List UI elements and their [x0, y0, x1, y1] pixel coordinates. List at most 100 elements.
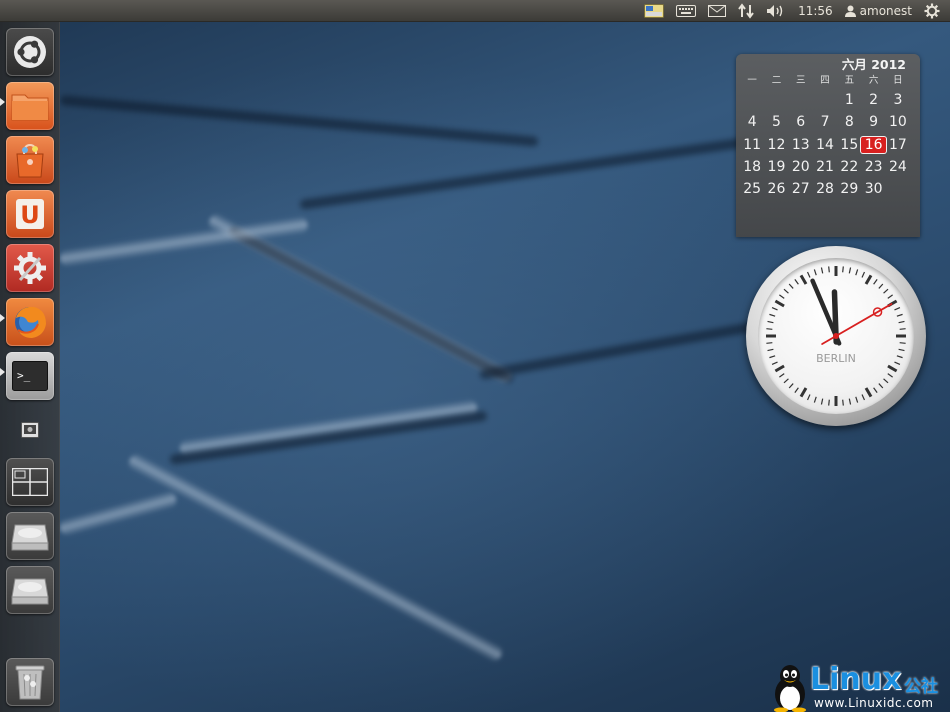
calendar-day-today[interactable]: 16: [861, 136, 886, 153]
calendar-day[interactable]: 19: [764, 159, 788, 175]
calendar-day[interactable]: 25: [740, 181, 764, 197]
clock-city-label: BERLIN: [816, 352, 856, 365]
ubuntu-logo-icon: [14, 36, 46, 68]
calendar-day[interactable]: 20: [789, 159, 813, 175]
calendar-day[interactable]: 24: [886, 159, 910, 175]
clock-minute-tick: [873, 279, 878, 285]
launcher-firefox[interactable]: [6, 298, 54, 346]
hard-drive-icon: [11, 578, 49, 605]
calendar-day[interactable]: 13: [789, 137, 813, 153]
workspace-icon: [12, 468, 48, 496]
calendar-day[interactable]: 3: [886, 92, 910, 108]
launcher-terminal[interactable]: >_: [6, 352, 54, 400]
hard-drive-icon: [11, 524, 49, 551]
network-icon[interactable]: [732, 0, 760, 22]
panel-clock[interactable]: 11:56: [792, 0, 839, 22]
clock-minute-tick: [842, 399, 844, 406]
mail-icon[interactable]: [702, 0, 732, 22]
calendar-weekday: 一: [747, 75, 757, 86]
volume-icon[interactable]: [760, 0, 792, 22]
launcher-home-folder[interactable]: [6, 82, 54, 130]
clock-minute-tick: [873, 387, 878, 393]
gear-icon[interactable]: [918, 0, 946, 22]
calendar-day[interactable]: 7: [813, 114, 837, 130]
launcher-workspace-switcher[interactable]: [6, 458, 54, 506]
calendar-day[interactable]: 21: [813, 159, 837, 175]
calendar-day[interactable]: 29: [837, 181, 861, 197]
top-panel: 11:56 amonest: [0, 0, 950, 22]
clock-minute-tick: [855, 269, 859, 276]
screenshot-icon: [21, 422, 39, 438]
launcher-software-center[interactable]: [6, 136, 54, 184]
clock-minute-tick: [769, 313, 776, 317]
tux-logo-icon: [774, 665, 806, 712]
clock-minute-tick: [779, 373, 785, 378]
launcher-drive-1[interactable]: [6, 512, 54, 560]
calendar-day[interactable]: 27: [789, 181, 813, 197]
clock-minute-tick: [794, 279, 799, 285]
calendar-widget[interactable]: 六月 2012 一 二 三 四 五 六 日 1 2 3 4 5 6 7 8 9 10 11 12 13 1…: [736, 54, 920, 237]
calendar-day[interactable]: 2: [861, 92, 885, 108]
calendar-day[interactable]: 9: [861, 114, 885, 130]
clock-minute-tick: [898, 320, 905, 324]
launcher-ubuntu-one[interactable]: U: [6, 190, 54, 238]
calendar-day[interactable]: 8: [837, 114, 861, 130]
launcher-screenshot[interactable]: [6, 406, 54, 454]
clock-center-pin: [833, 333, 839, 339]
clock-dial: [766, 266, 906, 406]
calendar-week-row: 123: [740, 89, 910, 111]
clock-minute-tick: [899, 342, 906, 344]
calendar-month-year: 六月 2012: [841, 57, 906, 72]
launcher-trash[interactable]: [6, 658, 54, 706]
calendar-day[interactable]: 18: [740, 159, 764, 175]
calendar-day[interactable]: 28: [813, 181, 837, 197]
clock-face: BERLIN: [758, 258, 914, 414]
calendar-week-row: 25 26 27 28 29 30: [740, 178, 910, 200]
calendar-day[interactable]: 14: [813, 137, 837, 153]
clock-minute-tick: [883, 288, 889, 294]
clock-minute-tick: [771, 306, 778, 311]
clock-minute-tick: [878, 283, 884, 289]
clock-hour-tick: [774, 299, 785, 308]
launcher-system-settings[interactable]: [6, 244, 54, 292]
clock-minute-tick: [766, 342, 773, 344]
clock-minute-tick: [813, 269, 817, 276]
calendar-weekday: 日: [893, 75, 903, 86]
calendar-day[interactable]: 26: [764, 181, 788, 197]
user-menu[interactable]: amonest: [839, 0, 918, 22]
clock-minute-tick: [788, 283, 794, 289]
clock-minute-tick: [878, 383, 884, 389]
calendar-day[interactable]: 4: [740, 114, 764, 130]
analog-clock-widget[interactable]: BERLIN: [746, 246, 926, 426]
clock-minute-tick: [828, 266, 830, 273]
calendar-day[interactable]: 1: [837, 92, 861, 108]
calendar-day[interactable]: 11: [740, 137, 764, 153]
calendar-day[interactable]: 12: [764, 137, 788, 153]
keyboard-icon[interactable]: [670, 0, 702, 22]
folder-icon: [11, 94, 49, 121]
calendar-weekday: 三: [795, 75, 806, 86]
calendar-weekday: 五: [844, 75, 855, 86]
clock-minute-tick: [788, 383, 794, 389]
clock-minute-tick: [887, 373, 893, 378]
indicator-applet-icon[interactable]: [638, 0, 670, 22]
svg-text:U: U: [20, 201, 40, 229]
clock-hour-tick: [864, 274, 873, 285]
running-indicator: [0, 98, 5, 106]
watermark-brand: Linux: [810, 662, 902, 697]
user-name: amonest: [859, 3, 912, 18]
clock-minute-tick: [887, 294, 893, 299]
launcher-dash-home[interactable]: [6, 28, 54, 76]
calendar-day[interactable]: 17: [886, 137, 910, 153]
calendar-day[interactable]: 10: [886, 114, 910, 130]
firefox-icon: [15, 306, 46, 338]
launcher-drive-2[interactable]: [6, 566, 54, 614]
calendar-day[interactable]: 15: [837, 137, 861, 153]
calendar-day[interactable]: 23: [861, 159, 885, 175]
user-icon: [844, 5, 856, 17]
calendar-day[interactable]: 30: [861, 181, 885, 197]
calendar-day[interactable]: 6: [789, 114, 813, 130]
calendar-day[interactable]: 5: [764, 114, 788, 130]
clock-minute-tick: [820, 267, 824, 274]
calendar-day[interactable]: 22: [837, 159, 861, 175]
